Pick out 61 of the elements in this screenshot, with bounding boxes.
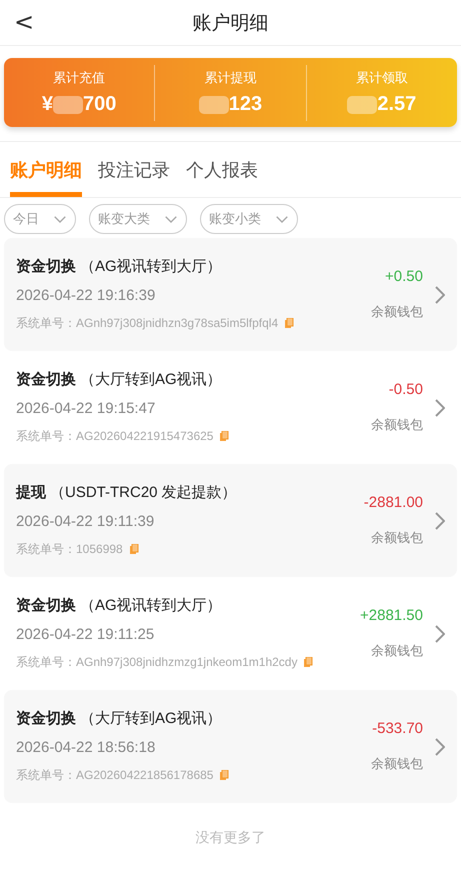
chevron-right-icon: [435, 286, 445, 304]
page-title: 账户明细: [192, 12, 268, 36]
wallet-label: 余额钱包: [371, 416, 423, 434]
blur-patch: [53, 96, 84, 114]
record-type: 资金切换: [16, 257, 76, 276]
copy-icon[interactable]: [219, 431, 230, 442]
blur-patch: [347, 96, 378, 114]
order-number: 系统单号：AGnh97j308jnidhzn3g78sa5im5lfpfql4: [16, 315, 278, 332]
chevron-right-icon: [435, 738, 445, 756]
record-detail: （USDT-TRC20 发起提款）: [50, 483, 237, 502]
order-number: 系统单号：AG202604221856178685: [16, 767, 214, 784]
tab[interactable]: 个人报表: [186, 158, 258, 197]
order-number: 系统单号：AGnh97j308jnidhzmzg1jnkeom1m1h2cdy: [16, 654, 298, 671]
record-row[interactable]: 提现 （USDT-TRC20 发起提款） 2026-04-22 19:11:39 系统单号：1056998 -2881.00 余额钱包: [4, 464, 457, 577]
tab[interactable]: 投注记录: [98, 158, 170, 197]
summary-label: 累计领取: [356, 69, 408, 87]
summary-value: 700: [83, 93, 116, 116]
copy-icon[interactable]: [128, 544, 139, 555]
record-row[interactable]: 资金切换 （AG视讯转到大厅） 2026-04-22 19:16:39 系统单号：AGnh97j308jnidhzn3g78sa5im5lfpfql4 +0.50 余额钱包: [4, 238, 457, 351]
wallet-label: 余额钱包: [371, 755, 423, 773]
order-number: 系统单号：AG202604221915473625: [16, 428, 214, 445]
record-row[interactable]: 资金切换 （大厅转到AG视讯） 2026-04-22 18:56:18 系统单号：AG202604221856178685 -533.70 余额钱包: [4, 690, 457, 803]
record-time: 2026-04-22 19:16:39: [16, 287, 156, 304]
record-time: 2026-04-22 19:11:39: [16, 513, 156, 530]
record-amount: +0.50: [385, 268, 423, 285]
wallet-label: 余额钱包: [371, 303, 423, 321]
record-detail: （大厅转到AG视讯）: [80, 709, 222, 728]
record-amount: -0.50: [388, 381, 423, 398]
chevron-down-icon: [164, 214, 178, 224]
summary-label: 累计充值: [53, 69, 106, 87]
summary-value: 2.57: [377, 93, 416, 116]
wallet-label: 余额钱包: [371, 529, 423, 547]
wallet-label: 余额钱包: [371, 642, 423, 660]
currency-symbol: ¥: [42, 93, 54, 116]
chevron-down-icon: [53, 214, 67, 224]
record-type: 资金切换: [16, 370, 76, 389]
copy-icon[interactable]: [219, 770, 230, 781]
record-type: 资金切换: [16, 596, 76, 615]
record-time: 2026-04-22 18:56:18: [16, 739, 156, 756]
copy-icon[interactable]: [284, 318, 294, 329]
record-time: 2026-04-22 19:11:25: [16, 626, 156, 643]
end-of-list-text: 没有更多了: [196, 829, 266, 847]
blur-patch: [198, 96, 229, 114]
chevron-right-icon: [435, 512, 445, 530]
record-amount: +2881.50: [360, 607, 423, 624]
record-detail: （AG视讯转到大厅）: [80, 596, 222, 615]
copy-icon[interactable]: [303, 657, 314, 668]
record-detail: （AG视讯转到大厅）: [80, 257, 222, 276]
record-amount: -533.70: [372, 720, 423, 737]
record-amount: -2881.00: [364, 494, 423, 511]
record-type: 资金切换: [16, 709, 76, 728]
back-button[interactable]: <: [8, 6, 40, 38]
summary-value: 123: [228, 93, 262, 116]
record-time: 2026-04-22 19:15:47: [16, 400, 156, 417]
summary-label: 累计提现: [204, 69, 256, 87]
order-number: 系统单号：1056998: [16, 541, 123, 558]
chevron-right-icon: [435, 624, 445, 642]
record-type: 提现: [16, 483, 46, 502]
record-detail: （大厅转到AG视讯）: [80, 370, 222, 389]
chevron-down-icon: [275, 214, 289, 224]
chevron-right-icon: [435, 398, 445, 416]
